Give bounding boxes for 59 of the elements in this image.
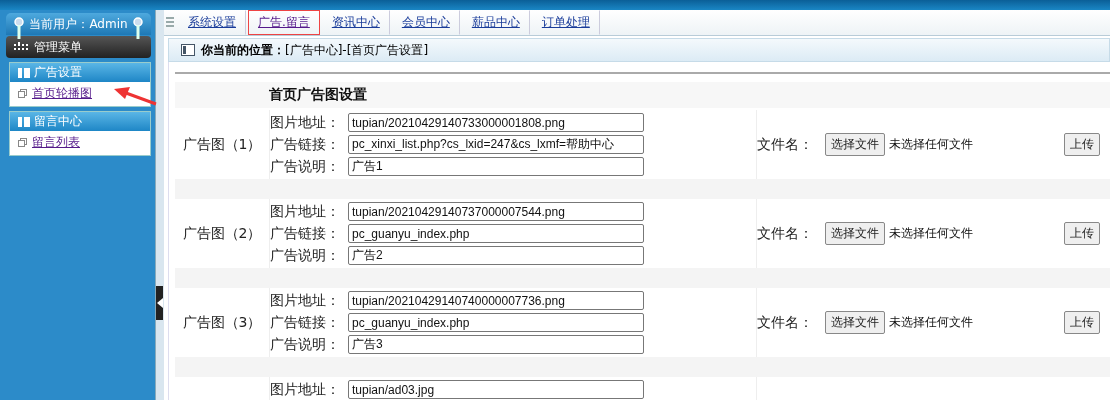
text-field[interactable]: tupian/20210429140733000001808.png [348, 113, 644, 132]
file-name-label: 文件名： [757, 135, 814, 154]
page-icon [18, 137, 27, 147]
file-status: 未选择任何文件 [889, 136, 973, 153]
file-status: 未选择任何文件 [889, 314, 973, 331]
text-field[interactable]: tupian/20210429140737000007544.png [348, 202, 644, 221]
choose-file-button[interactable]: 选择文件 [825, 311, 885, 334]
text-field[interactable]: tupian/20210429140740000007736.png [348, 291, 644, 310]
row-label: 广告图（3） [182, 313, 262, 330]
pin-icon [14, 17, 24, 39]
panel-icon [181, 44, 195, 56]
choose-file-button[interactable]: 选择文件 [825, 133, 885, 156]
file-name-label: 文件名： [757, 313, 814, 332]
current-user-label: 当前用户：Admin [29, 15, 128, 33]
nav-tab[interactable]: 订单处理 [531, 10, 600, 35]
row-label: 广告图（1） [182, 135, 262, 152]
collapse-handle[interactable] [156, 286, 163, 320]
choose-file-button[interactable]: 选择文件 [825, 222, 885, 245]
upload-button[interactable]: 上传 [1064, 222, 1100, 245]
file-name-label: 文件名： [757, 224, 814, 243]
sidebar-link[interactable]: 留言列表 [32, 133, 80, 151]
menu-title: 管理菜单 [34, 38, 82, 56]
nav-tab[interactable]: 广告.留言 [248, 10, 320, 35]
table-title: 首页广告图设置 [269, 86, 367, 104]
text-field[interactable]: pc_xinxi_list.php?cs_lxid=247&cs_lxmf=帮助中心 [348, 135, 644, 154]
upload-button[interactable]: 上传 [1064, 133, 1100, 156]
nav-tab[interactable]: 薪品中心 [461, 10, 530, 35]
field-label: 广告说明： [270, 246, 341, 265]
field-label: 广告链接： [270, 135, 341, 154]
text-field[interactable]: 广告2 [348, 246, 644, 265]
left-triangle-icon [156, 298, 163, 308]
field-label: 图片地址： [270, 291, 341, 310]
annotation-arrow [112, 86, 158, 106]
columns-icon [18, 116, 30, 127]
text-field[interactable]: 广告1 [348, 157, 644, 176]
text-field[interactable]: pc_guanyu_index.php [348, 313, 644, 332]
field-label: 广告说明： [270, 335, 341, 354]
file-status: 未选择任何文件 [889, 225, 973, 242]
pin-icon [133, 17, 143, 39]
sidebar-link[interactable]: 首页轮播图 [32, 84, 92, 102]
columns-icon [18, 67, 30, 78]
text-field[interactable]: tupian/ad03.jpg [348, 380, 644, 399]
breadcrumb: 你当前的位置：[广告中心]-[首页广告设置] [201, 41, 429, 59]
page-icon [18, 88, 27, 98]
field-label: 图片地址： [270, 202, 341, 221]
upload-button[interactable]: 上传 [1064, 311, 1100, 334]
grid-icon [14, 42, 28, 52]
field-label: 广告链接： [270, 313, 341, 332]
row-label: 广告图（2） [182, 224, 262, 241]
field-label: 广告链接： [270, 224, 341, 243]
nav-tab[interactable]: 会员中心 [391, 10, 460, 35]
grip-icon [166, 15, 174, 30]
field-label: 图片地址： [270, 113, 341, 132]
text-field[interactable]: pc_guanyu_index.php [348, 224, 644, 243]
nav-tab[interactable]: 系统设置 [178, 10, 246, 35]
field-label: 广告说明： [270, 157, 341, 176]
field-label: 图片地址： [270, 380, 341, 399]
text-field[interactable]: 广告3 [348, 335, 644, 354]
nav-tab[interactable]: 资讯中心 [321, 10, 390, 35]
